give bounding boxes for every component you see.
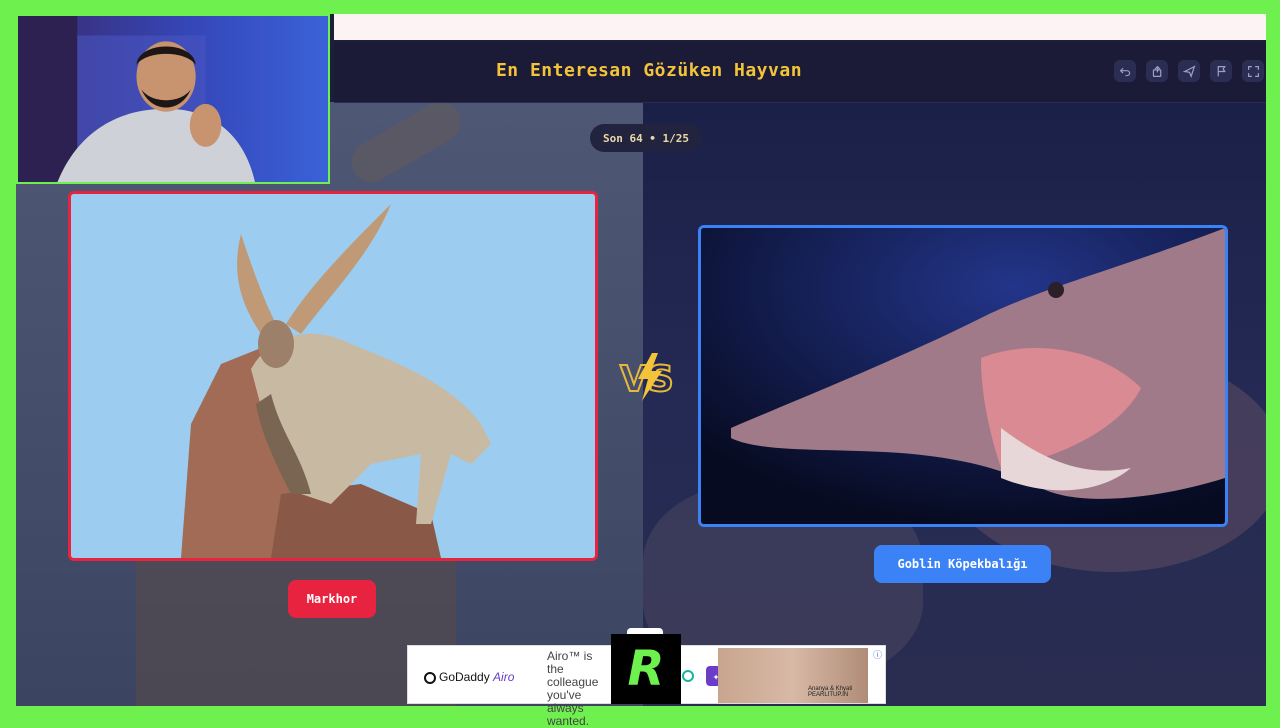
vs-lightning-icon: VS <box>619 353 675 401</box>
app-header: En Enteresan Gözüken Hayvan <box>334 42 1266 103</box>
left-choice-image[interactable] <box>68 191 598 561</box>
channel-logo: R <box>611 634 681 704</box>
ad-circle-icon <box>682 670 694 682</box>
left-choice-button[interactable]: Markhor <box>288 580 376 618</box>
right-choice-button[interactable]: Goblin Köpekbalığı <box>874 545 1051 583</box>
page-title: En Enteresan Gözüken Hayvan <box>495 60 803 81</box>
ad-brand-logo: GoDaddy Airo <box>424 670 514 684</box>
ad-copy: Airo™ is the colleague you've always wan… <box>547 649 599 728</box>
top-strip <box>334 14 1266 40</box>
undo-icon[interactable] <box>1114 60 1136 82</box>
fullscreen-icon[interactable] <box>1242 60 1264 82</box>
webcam-overlay <box>16 14 330 184</box>
send-icon[interactable] <box>1178 60 1200 82</box>
right-choice-image[interactable] <box>698 225 1228 527</box>
share-icon[interactable] <box>1146 60 1168 82</box>
toolbar <box>1114 60 1264 82</box>
round-indicator: Son 64 • 1/25 <box>590 124 702 152</box>
ad-credit: Ananya & Khyati PEARLITUP.IN <box>808 686 853 698</box>
ad-info-icon[interactable]: ⓘ <box>873 648 882 661</box>
flag-icon[interactable] <box>1210 60 1232 82</box>
